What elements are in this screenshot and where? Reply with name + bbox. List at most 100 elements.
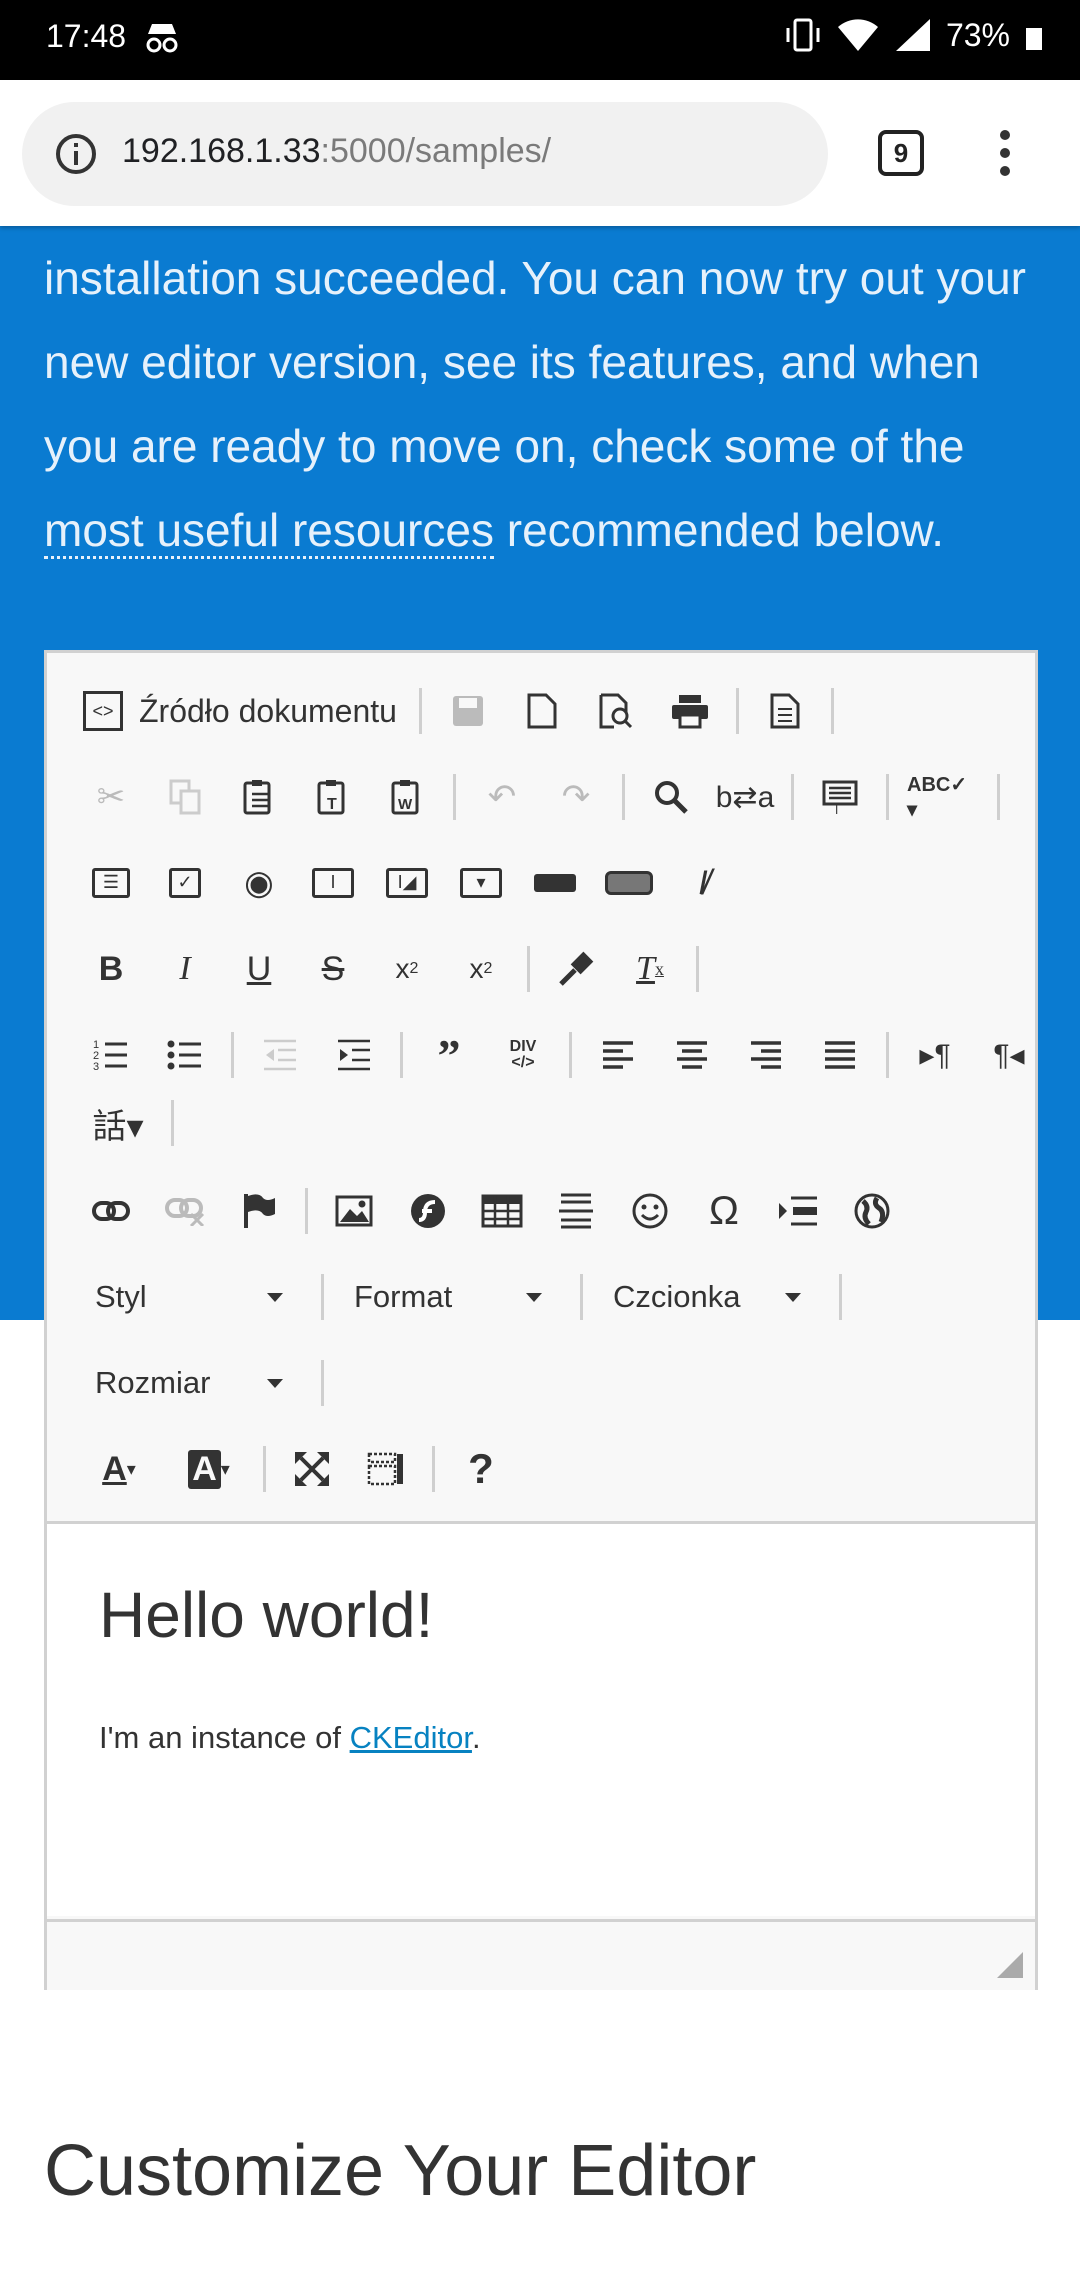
url-host: 192.168.1.33 xyxy=(122,132,321,170)
chevron-down-icon xyxy=(526,1292,542,1302)
text-direction-rtl-icon[interactable]: ¶◂ xyxy=(981,1027,1037,1083)
undo-icon[interactable]: ↶ xyxy=(474,769,530,825)
radio-icon[interactable]: ◉ xyxy=(231,855,287,911)
preview-icon[interactable] xyxy=(588,683,644,739)
url-text[interactable]: 192.168.1.33:5000/samples/ xyxy=(122,132,551,171)
save-icon[interactable] xyxy=(440,683,496,739)
size-label: Rozmiar xyxy=(95,1365,211,1400)
vibrate-icon xyxy=(786,18,820,52)
italic-icon[interactable]: I xyxy=(157,941,213,997)
indent-icon[interactable] xyxy=(326,1027,382,1083)
button-field-icon[interactable] xyxy=(527,855,583,911)
textarea-icon[interactable]: I◢ xyxy=(379,855,435,911)
text-color-icon[interactable]: A ▾ xyxy=(83,1441,155,1497)
incognito-icon xyxy=(146,24,178,53)
overflow-menu-icon[interactable] xyxy=(990,128,1020,180)
font-dropdown[interactable]: Czcionka xyxy=(601,1269,821,1325)
editor-heading[interactable]: Hello world! xyxy=(99,1578,433,1652)
source-icon: <> xyxy=(83,691,123,731)
toolbar-row-styles: Styl Format Czcionka xyxy=(83,1267,860,1327)
subscript-icon[interactable]: x2 xyxy=(379,941,435,997)
select-all-icon[interactable]: I xyxy=(812,769,868,825)
align-right-icon[interactable] xyxy=(738,1027,794,1083)
form-icon[interactable]: ☰ xyxy=(83,855,139,911)
tab-switcher-button[interactable]: 9 xyxy=(878,130,924,176)
align-center-icon[interactable] xyxy=(664,1027,720,1083)
wifi-icon xyxy=(837,19,878,51)
special-char-icon[interactable]: Ω xyxy=(696,1183,752,1239)
smiley-icon[interactable] xyxy=(622,1183,678,1239)
templates-icon[interactable] xyxy=(757,683,813,739)
format-dropdown[interactable]: Format xyxy=(342,1269,562,1325)
text-direction-ltr-icon[interactable]: ▸¶ xyxy=(907,1027,963,1083)
status-bar: 17:48 73% xyxy=(0,0,1080,80)
editor-paragraph[interactable]: I'm an instance of CKEditor. xyxy=(99,1720,481,1756)
clock: 17:48 xyxy=(46,18,127,54)
size-dropdown[interactable]: Rozmiar xyxy=(83,1355,303,1411)
redo-icon[interactable]: ↷ xyxy=(548,769,604,825)
blockquote-icon[interactable]: ” xyxy=(421,1027,477,1083)
superscript-icon[interactable]: x2 xyxy=(453,941,509,997)
copy-icon[interactable] xyxy=(157,769,213,825)
anchor-icon[interactable] xyxy=(231,1183,287,1239)
language-icon[interactable]: 話▾ xyxy=(83,1095,153,1151)
paste-icon[interactable] xyxy=(231,769,287,825)
remove-format-icon[interactable]: Tx xyxy=(622,941,678,997)
checkbox-icon[interactable]: ✓ xyxy=(157,855,213,911)
outdent-icon[interactable] xyxy=(252,1027,308,1083)
text-field-icon[interactable]: I xyxy=(305,855,361,911)
select-field-icon[interactable]: ▾ xyxy=(453,855,509,911)
battery-percent: 73% xyxy=(945,16,1010,53)
print-icon[interactable] xyxy=(662,683,718,739)
create-div-icon[interactable]: DIV </> xyxy=(495,1027,551,1083)
bold-icon[interactable]: B xyxy=(83,941,139,997)
resources-link[interactable]: most useful resources xyxy=(44,504,494,559)
table-icon[interactable] xyxy=(474,1183,530,1239)
image-icon[interactable] xyxy=(326,1183,382,1239)
iframe-icon[interactable] xyxy=(844,1183,900,1239)
ckeditor: <> Źródło dokumentu ✂ T W ↶ ↷ b⇄a I ABC✓… xyxy=(44,650,1038,1990)
paste-text-icon[interactable]: T xyxy=(305,769,361,825)
editor-content[interactable]: Hello world! I'm an instance of CKEditor… xyxy=(47,1524,1035,1916)
editor-bottom-bar xyxy=(47,1919,1035,1990)
numbered-list-icon[interactable]: 123 xyxy=(83,1027,139,1083)
paste-word-icon[interactable]: W xyxy=(379,769,435,825)
strikethrough-icon[interactable]: S xyxy=(305,941,361,997)
styles-dropdown[interactable]: Styl xyxy=(83,1269,303,1325)
unlink-icon[interactable] xyxy=(157,1183,213,1239)
bulleted-list-icon[interactable] xyxy=(157,1027,213,1083)
svg-text:I: I xyxy=(835,803,838,815)
address-bar[interactable]: 192.168.1.33:5000/samples/ xyxy=(22,102,828,206)
resize-handle-icon[interactable] xyxy=(997,1952,1023,1978)
horizontal-line-icon[interactable] xyxy=(548,1183,604,1239)
maximize-icon[interactable] xyxy=(284,1441,340,1497)
underline-icon[interactable]: U xyxy=(231,941,287,997)
replace-icon[interactable]: b⇄a xyxy=(716,769,775,825)
toolbar-row-language: 話▾ xyxy=(83,1093,192,1153)
svg-text:W: W xyxy=(398,796,413,813)
status-icons: 73% xyxy=(784,16,1044,54)
spellcheck-icon[interactable]: ABC✓ ▾ xyxy=(907,769,979,825)
background-color-icon[interactable]: A ▾ xyxy=(173,1441,245,1497)
page-break-icon[interactable] xyxy=(770,1183,826,1239)
image-button-icon[interactable] xyxy=(601,855,657,911)
show-blocks-icon[interactable] xyxy=(358,1441,414,1497)
cut-icon[interactable]: ✂ xyxy=(83,769,139,825)
find-icon[interactable] xyxy=(643,769,699,825)
help-icon[interactable]: ? xyxy=(453,1441,509,1497)
toolbar-row-clipboard: ✂ T W ↶ ↷ b⇄a I ABC✓ ▾ xyxy=(83,767,1018,827)
toolbar-row-document: <> Źródło dokumentu xyxy=(83,681,852,741)
ckeditor-link[interactable]: CKEditor xyxy=(350,1720,472,1755)
align-left-icon[interactable] xyxy=(590,1027,646,1083)
link-icon[interactable] xyxy=(83,1183,139,1239)
info-icon[interactable] xyxy=(54,132,98,176)
copy-formatting-icon[interactable] xyxy=(548,941,604,997)
toolbar-row-colors-tools: A ▾ A ▾ ? xyxy=(83,1439,527,1499)
source-button[interactable]: <> Źródło dokumentu xyxy=(83,691,397,731)
justify-icon[interactable] xyxy=(812,1027,868,1083)
new-page-icon[interactable] xyxy=(514,683,570,739)
toolbar-row-size: Rozmiar xyxy=(83,1353,342,1413)
battery-icon xyxy=(1026,28,1042,50)
flash-icon[interactable] xyxy=(400,1183,456,1239)
hidden-field-icon[interactable]: I̸ xyxy=(675,855,731,911)
